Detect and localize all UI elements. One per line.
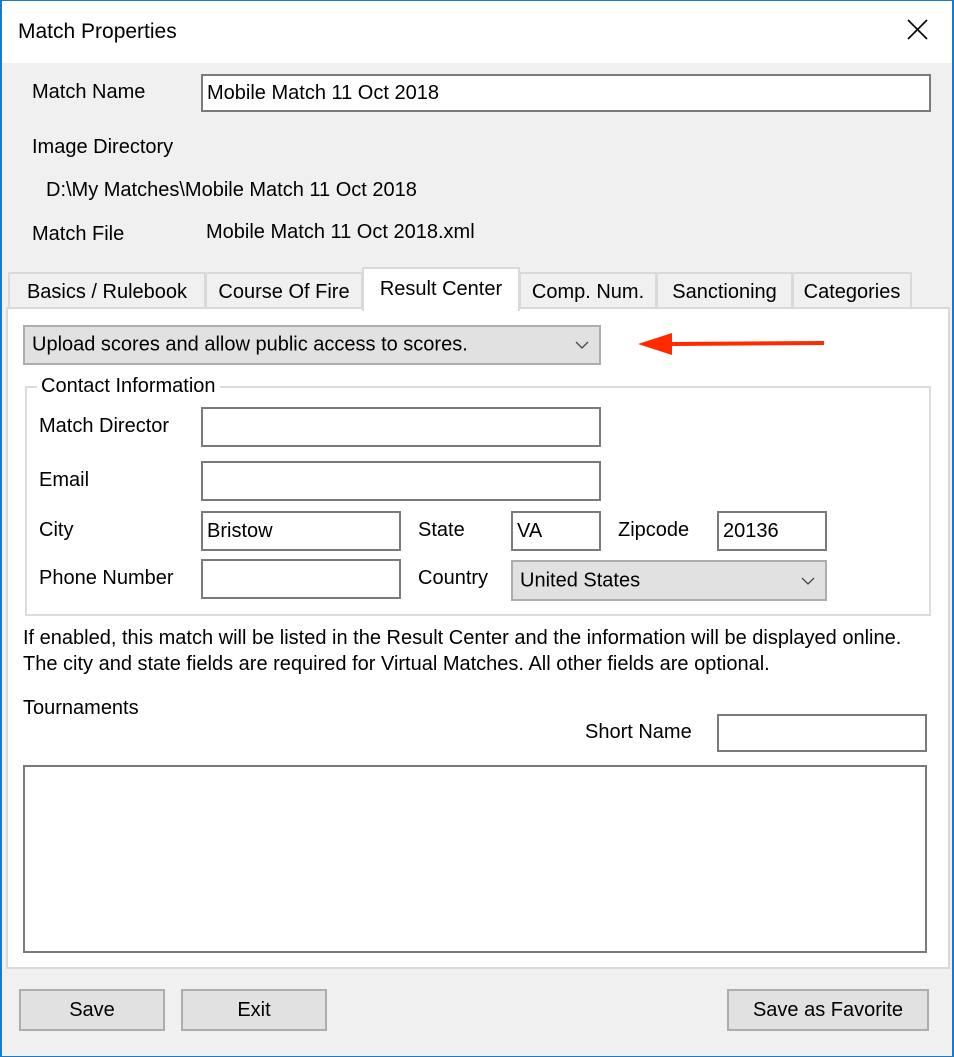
image-directory-label: Image Directory <box>32 136 174 158</box>
city-value: Bristow <box>207 520 273 542</box>
tab-sanctioning[interactable]: Sanctioning <box>656 272 793 308</box>
tab-label: Sanctioning <box>672 281 777 303</box>
state-label: State <box>418 519 465 541</box>
zipcode-input[interactable]: 20136 <box>717 511 827 551</box>
tab-basics-rulebook[interactable]: Basics / Rulebook <box>8 272 206 308</box>
exit-button[interactable]: Exit <box>181 989 327 1031</box>
save-as-favorite-label: Save as Favorite <box>752 999 904 1021</box>
upload-option-value: Upload scores and allow public access to… <box>32 333 468 356</box>
tab-label: Result Center <box>379 278 503 300</box>
window-title: Match Properties <box>18 20 177 43</box>
country-label: Country <box>418 567 489 589</box>
tab-label: Basics / Rulebook <box>26 281 188 303</box>
tab-categories[interactable]: Categories <box>792 272 912 308</box>
state-value: VA <box>517 520 543 542</box>
match-name-value: Mobile Match 11 Oct 2018 <box>207 82 439 104</box>
short-name-input[interactable] <box>717 714 927 752</box>
tournaments-label: Tournaments <box>23 697 139 719</box>
chevron-down-icon <box>575 341 589 349</box>
upload-option-dropdown[interactable]: Upload scores and allow public access to… <box>23 325 601 365</box>
zipcode-label: Zipcode <box>618 519 690 541</box>
match-name-label: Match Name <box>32 81 146 103</box>
city-label: City <box>39 519 74 541</box>
tab-course-of-fire[interactable]: Course Of Fire <box>205 272 363 308</box>
match-file-value: Mobile Match 11 Oct 2018.xml <box>206 221 475 243</box>
email-label: Email <box>39 469 90 491</box>
match-name-input[interactable]: Mobile Match 11 Oct 2018 <box>201 74 931 112</box>
info-text-line2: The city and state fields are required f… <box>23 653 770 675</box>
exit-button-label: Exit <box>237 999 271 1021</box>
zipcode-value: 20136 <box>723 520 779 542</box>
save-button[interactable]: Save <box>19 989 165 1031</box>
save-button-label: Save <box>69 999 115 1021</box>
city-input[interactable]: Bristow <box>201 511 401 551</box>
tab-result-center[interactable]: Result Center <box>362 267 520 311</box>
image-directory-value: D:\My Matches\Mobile Match 11 Oct 2018 <box>46 179 417 201</box>
annotation-arrow-icon <box>638 333 825 355</box>
tournaments-list[interactable] <box>23 765 927 953</box>
contact-information-legend: Contact Information <box>37 375 220 398</box>
match-properties-window: Match Properties Match Name Mobile Match… <box>0 0 954 1057</box>
state-input[interactable]: VA <box>511 511 601 551</box>
tab-label: Comp. Num. <box>531 281 645 303</box>
match-file-label: Match File <box>32 223 125 245</box>
match-director-label: Match Director <box>39 415 170 437</box>
short-name-label: Short Name <box>585 721 692 743</box>
country-dropdown[interactable]: United States <box>511 560 827 601</box>
tab-label: Categories <box>803 281 901 303</box>
phone-number-label: Phone Number <box>39 567 174 589</box>
title-bar: Match Properties <box>2 1 952 63</box>
tab-label: Course Of Fire <box>218 281 350 303</box>
match-director-input[interactable] <box>201 407 601 447</box>
save-as-favorite-button[interactable]: Save as Favorite <box>727 989 929 1031</box>
chevron-down-icon <box>801 577 815 585</box>
tab-comp-num[interactable]: Comp. Num. <box>519 272 657 308</box>
phone-number-input[interactable] <box>201 559 401 599</box>
country-value: United States <box>520 569 641 591</box>
close-icon[interactable] <box>902 15 932 45</box>
email-input[interactable] <box>201 461 601 501</box>
info-text-line1: If enabled, this match will be listed in… <box>23 627 902 649</box>
